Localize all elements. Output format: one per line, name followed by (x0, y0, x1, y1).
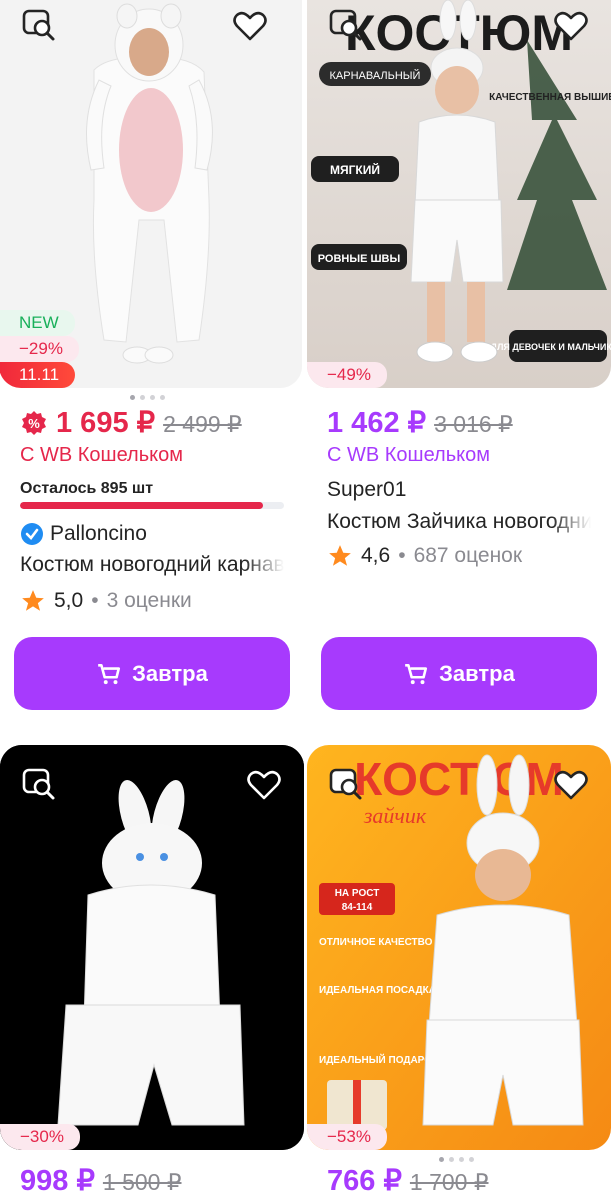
product-image-1[interactable]: NEW −29% 11.11 (0, 0, 302, 388)
discount-percent-icon: % (22, 410, 46, 435)
discount-badge: −49% (307, 362, 387, 388)
price-row: 998 ₽ 1 500 ₽ (20, 1163, 182, 1198)
tag-kids: ДЛЯ ДЕВОЧЕК И МАЛЬЧИКОВ (491, 342, 611, 352)
overlay-gift: ИДЕАЛЬНЫЙ ПОДАРОК (319, 1053, 439, 1066)
product-image-3[interactable]: −30% (0, 745, 304, 1150)
svg-text:84-114: 84-114 (342, 902, 373, 913)
old-price: 1 500 ₽ (102, 1169, 182, 1195)
rating-value: 5,0 (54, 589, 84, 612)
tag-soft: МЯГКИЙ (330, 162, 380, 177)
svg-text:%: % (28, 416, 40, 431)
tag-embroidery: КАЧЕСТВЕННАЯ ВЫШИВКА (489, 92, 611, 103)
seller-name: Super01 (327, 478, 407, 501)
badge-stack: −30% (0, 1124, 80, 1150)
product-title[interactable]: Костюм новогодний карнавальный (20, 553, 284, 577)
rating-value: 4,6 (361, 544, 391, 567)
product-card-2[interactable]: КОСТЮМ КАРНАВАЛЬНЫЙ КАЧЕСТВЕННАЯ ВЫШИВКА… (307, 0, 611, 720)
image-search-icon[interactable] (20, 6, 60, 46)
review-count: 687 оценок (413, 544, 523, 567)
image-search-icon[interactable] (327, 6, 367, 46)
rating-row: 5,0 • 3 оценки (20, 588, 192, 614)
product-image-4[interactable]: КОСТЮМ зайчик НА РОСТ 84-114 ОТЛИЧНОЕ КА… (307, 745, 611, 1150)
tag-seams: РОВНЫЕ ШВЫ (318, 253, 401, 265)
discount-badge: −53% (307, 1124, 387, 1150)
badge-stack: NEW −29% 11.11 (0, 310, 79, 388)
cart-icon (98, 663, 121, 684)
overlay-fit: ИДЕАЛЬНАЯ ПОСАДКА (319, 985, 436, 996)
seller-row: Palloncino (20, 522, 147, 546)
seller-name: Palloncino (50, 522, 147, 545)
svg-text:НА РОСТ: НА РОСТ (335, 888, 380, 899)
overlay-headline: КОСТЮМ (354, 753, 564, 805)
delivery-label: Завтра (439, 660, 515, 686)
favorite-heart-icon[interactable] (230, 6, 270, 46)
favorite-heart-icon[interactable] (551, 6, 591, 46)
promo-badge: 11.11 (0, 362, 76, 388)
old-price: 3 016 ₽ (434, 411, 513, 437)
image-pagination-dots (130, 395, 165, 400)
wallet-label: С WB Кошельком (327, 444, 490, 466)
product-card-1[interactable]: NEW −29% 11.11 % 1 695 ₽ 2 499 ₽ С WB Ко… (0, 0, 302, 720)
old-price: 2 499 ₽ (163, 411, 242, 437)
star-icon (22, 590, 44, 611)
delivery-cart-button[interactable]: Завтра (14, 637, 290, 710)
stock-progress-bar (20, 502, 284, 509)
delivery-label: Завтра (132, 660, 208, 686)
badge-stack: −49% (307, 362, 387, 388)
price-row: % 1 695 ₽ 2 499 ₽ (20, 405, 242, 440)
favorite-heart-icon[interactable] (551, 765, 591, 805)
image-search-icon[interactable] (20, 765, 60, 805)
new-badge: NEW (0, 310, 75, 336)
delivery-cart-button[interactable]: Завтра (321, 637, 597, 710)
review-count: 3 оценки (106, 589, 192, 612)
product-title[interactable]: Костюм Зайчика новогодний (327, 510, 591, 534)
image-search-icon[interactable] (327, 765, 367, 805)
cart-icon (405, 663, 428, 684)
price: 998 ₽ (20, 1165, 95, 1197)
product-card-3[interactable]: −30% 998 ₽ 1 500 ₽ (0, 745, 304, 1200)
wallet-label: С WB Кошельком (20, 444, 183, 466)
rating-separator: • (398, 544, 406, 567)
old-price: 1 700 ₽ (409, 1169, 489, 1195)
price: 1 695 ₽ (56, 407, 156, 439)
price: 1 462 ₽ (327, 407, 427, 439)
bunny-vest-black-bg-photo (0, 745, 304, 1150)
bunny-vest-shorts-photo: КОСТЮМ КАРНАВАЛЬНЫЙ КАЧЕСТВЕННАЯ ВЫШИВКА… (307, 0, 611, 388)
product-image-2[interactable]: КОСТЮМ КАРНАВАЛЬНЫЙ КАЧЕСТВЕННАЯ ВЫШИВКА… (307, 0, 611, 388)
bunny-costume-orange-photo: КОСТЮМ зайчик НА РОСТ 84-114 ОТЛИЧНОЕ КА… (307, 745, 611, 1150)
tag-carnival: КАРНАВАЛЬНЫЙ (330, 69, 421, 82)
overlay-script: зайчик (363, 803, 427, 828)
stock-remaining: Осталось 895 шт (20, 480, 154, 497)
discount-badge: −30% (0, 1124, 80, 1150)
overlay-quality: ОТЛИЧНОЕ КАЧЕСТВО (319, 937, 433, 948)
verified-seller-icon (21, 523, 43, 545)
rating-separator: • (91, 589, 99, 612)
product-card-4[interactable]: КОСТЮМ зайчик НА РОСТ 84-114 ОТЛИЧНОЕ КА… (307, 745, 611, 1200)
badge-stack: −53% (307, 1124, 387, 1150)
price: 766 ₽ (327, 1165, 402, 1197)
price-row: 766 ₽ 1 700 ₽ (327, 1163, 489, 1198)
star-icon (329, 545, 351, 566)
price-row: 1 462 ₽ 3 016 ₽ (327, 405, 513, 440)
discount-badge: −29% (0, 336, 79, 362)
image-pagination-dots (439, 1157, 474, 1162)
rating-row: 4,6 • 687 оценок (327, 543, 522, 569)
favorite-heart-icon[interactable] (244, 765, 284, 805)
